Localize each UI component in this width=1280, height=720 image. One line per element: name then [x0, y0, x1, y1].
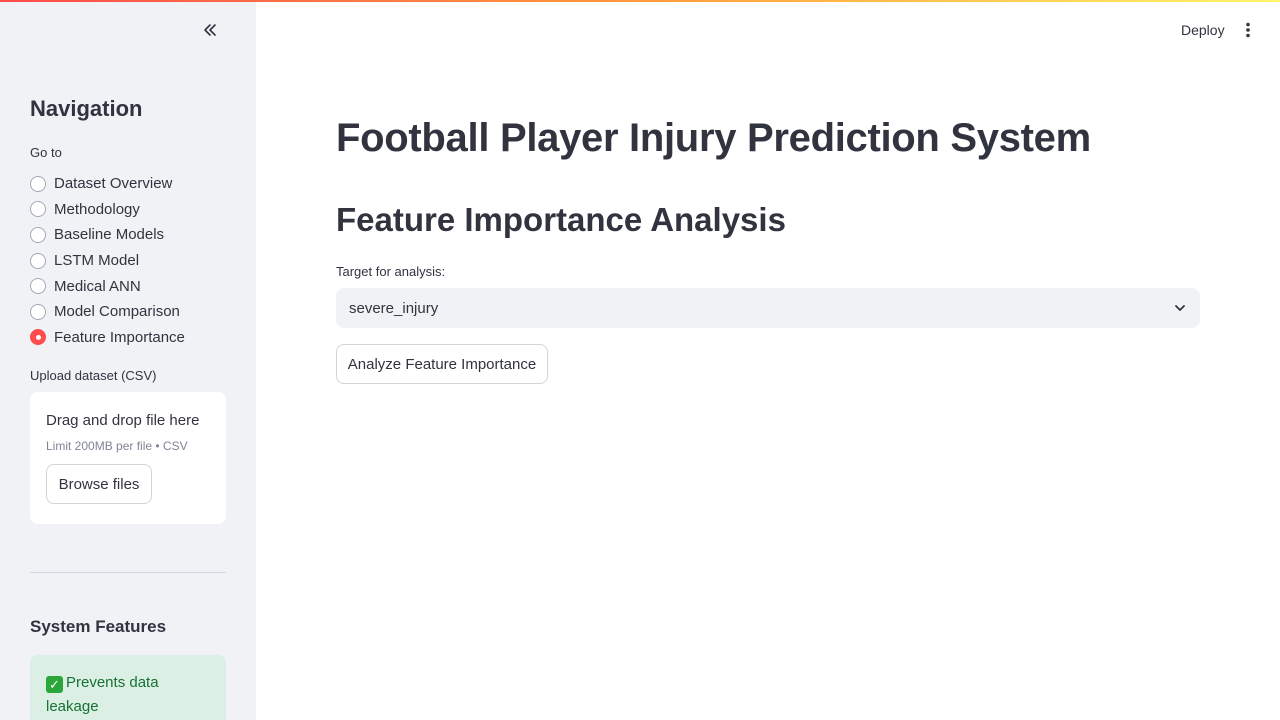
dropzone-title: Drag and drop file here	[46, 412, 200, 429]
dropzone-limit: Limit 200MB per file • CSV	[46, 439, 188, 453]
nav-radio-group: Dataset Overview Methodology Baseline Mo…	[30, 171, 185, 350]
nav-title: Navigation	[30, 96, 143, 121]
radio-option-model-comparison[interactable]: Model Comparison	[30, 299, 185, 325]
main-menu-button[interactable]	[1238, 18, 1258, 42]
radio-option-dataset-overview[interactable]: Dataset Overview	[30, 171, 185, 197]
target-select-label: Target for analysis:	[336, 264, 446, 279]
radio-button[interactable]	[30, 278, 46, 295]
target-select[interactable]: severe_injury	[336, 288, 1200, 328]
radio-label: LSTM Model	[54, 252, 140, 270]
feature-success-alert: ✓ Prevents data leakage	[30, 655, 226, 720]
radio-label: Dataset Overview	[54, 175, 173, 193]
radio-label: Medical ANN	[54, 277, 141, 295]
goto-label: Go to	[30, 145, 62, 160]
radio-option-methodology[interactable]: Methodology	[30, 197, 185, 223]
collapse-sidebar-button[interactable]	[198, 18, 222, 42]
deploy-button[interactable]: Deploy	[1172, 18, 1234, 42]
radio-button[interactable]	[30, 226, 46, 243]
radio-option-feature-importance[interactable]: Feature Importance	[30, 325, 185, 351]
radio-option-lstm-model[interactable]: LSTM Model	[30, 248, 185, 274]
radio-label: Methodology	[54, 200, 140, 218]
radio-button[interactable]	[30, 175, 46, 192]
chevron-down-icon	[1175, 305, 1185, 311]
browse-files-button[interactable]: Browse files	[46, 464, 152, 504]
radio-option-baseline-models[interactable]: Baseline Models	[30, 222, 185, 248]
radio-button[interactable]	[30, 252, 46, 269]
system-features-title: System Features	[30, 617, 167, 636]
upload-label: Upload dataset (CSV)	[30, 368, 157, 383]
sidebar: Navigation Go to Dataset Overview Method…	[0, 0, 256, 720]
page-title: Football Player Injury Prediction System	[336, 116, 1091, 160]
radio-label: Baseline Models	[54, 226, 165, 244]
section-title: Feature Importance Analysis	[336, 201, 786, 238]
radio-button[interactable]	[30, 201, 46, 218]
double-chevron-left-icon	[204, 24, 216, 36]
radio-label: Model Comparison	[54, 303, 180, 321]
analyze-feature-importance-button[interactable]: Analyze Feature Importance	[336, 344, 548, 384]
sidebar-divider	[30, 572, 226, 573]
radio-option-medical-ann[interactable]: Medical ANN	[30, 273, 185, 299]
radio-label: Feature Importance	[54, 328, 185, 346]
check-mark-icon: ✓	[46, 676, 63, 693]
target-select-value: severe_injury	[349, 299, 439, 317]
file-dropzone[interactable]: Drag and drop file here Limit 200MB per …	[30, 392, 226, 524]
top-decoration-bar	[0, 0, 1280, 2]
kebab-menu-icon	[1246, 22, 1250, 38]
radio-button[interactable]	[30, 303, 46, 320]
radio-button-selected[interactable]	[30, 329, 46, 346]
